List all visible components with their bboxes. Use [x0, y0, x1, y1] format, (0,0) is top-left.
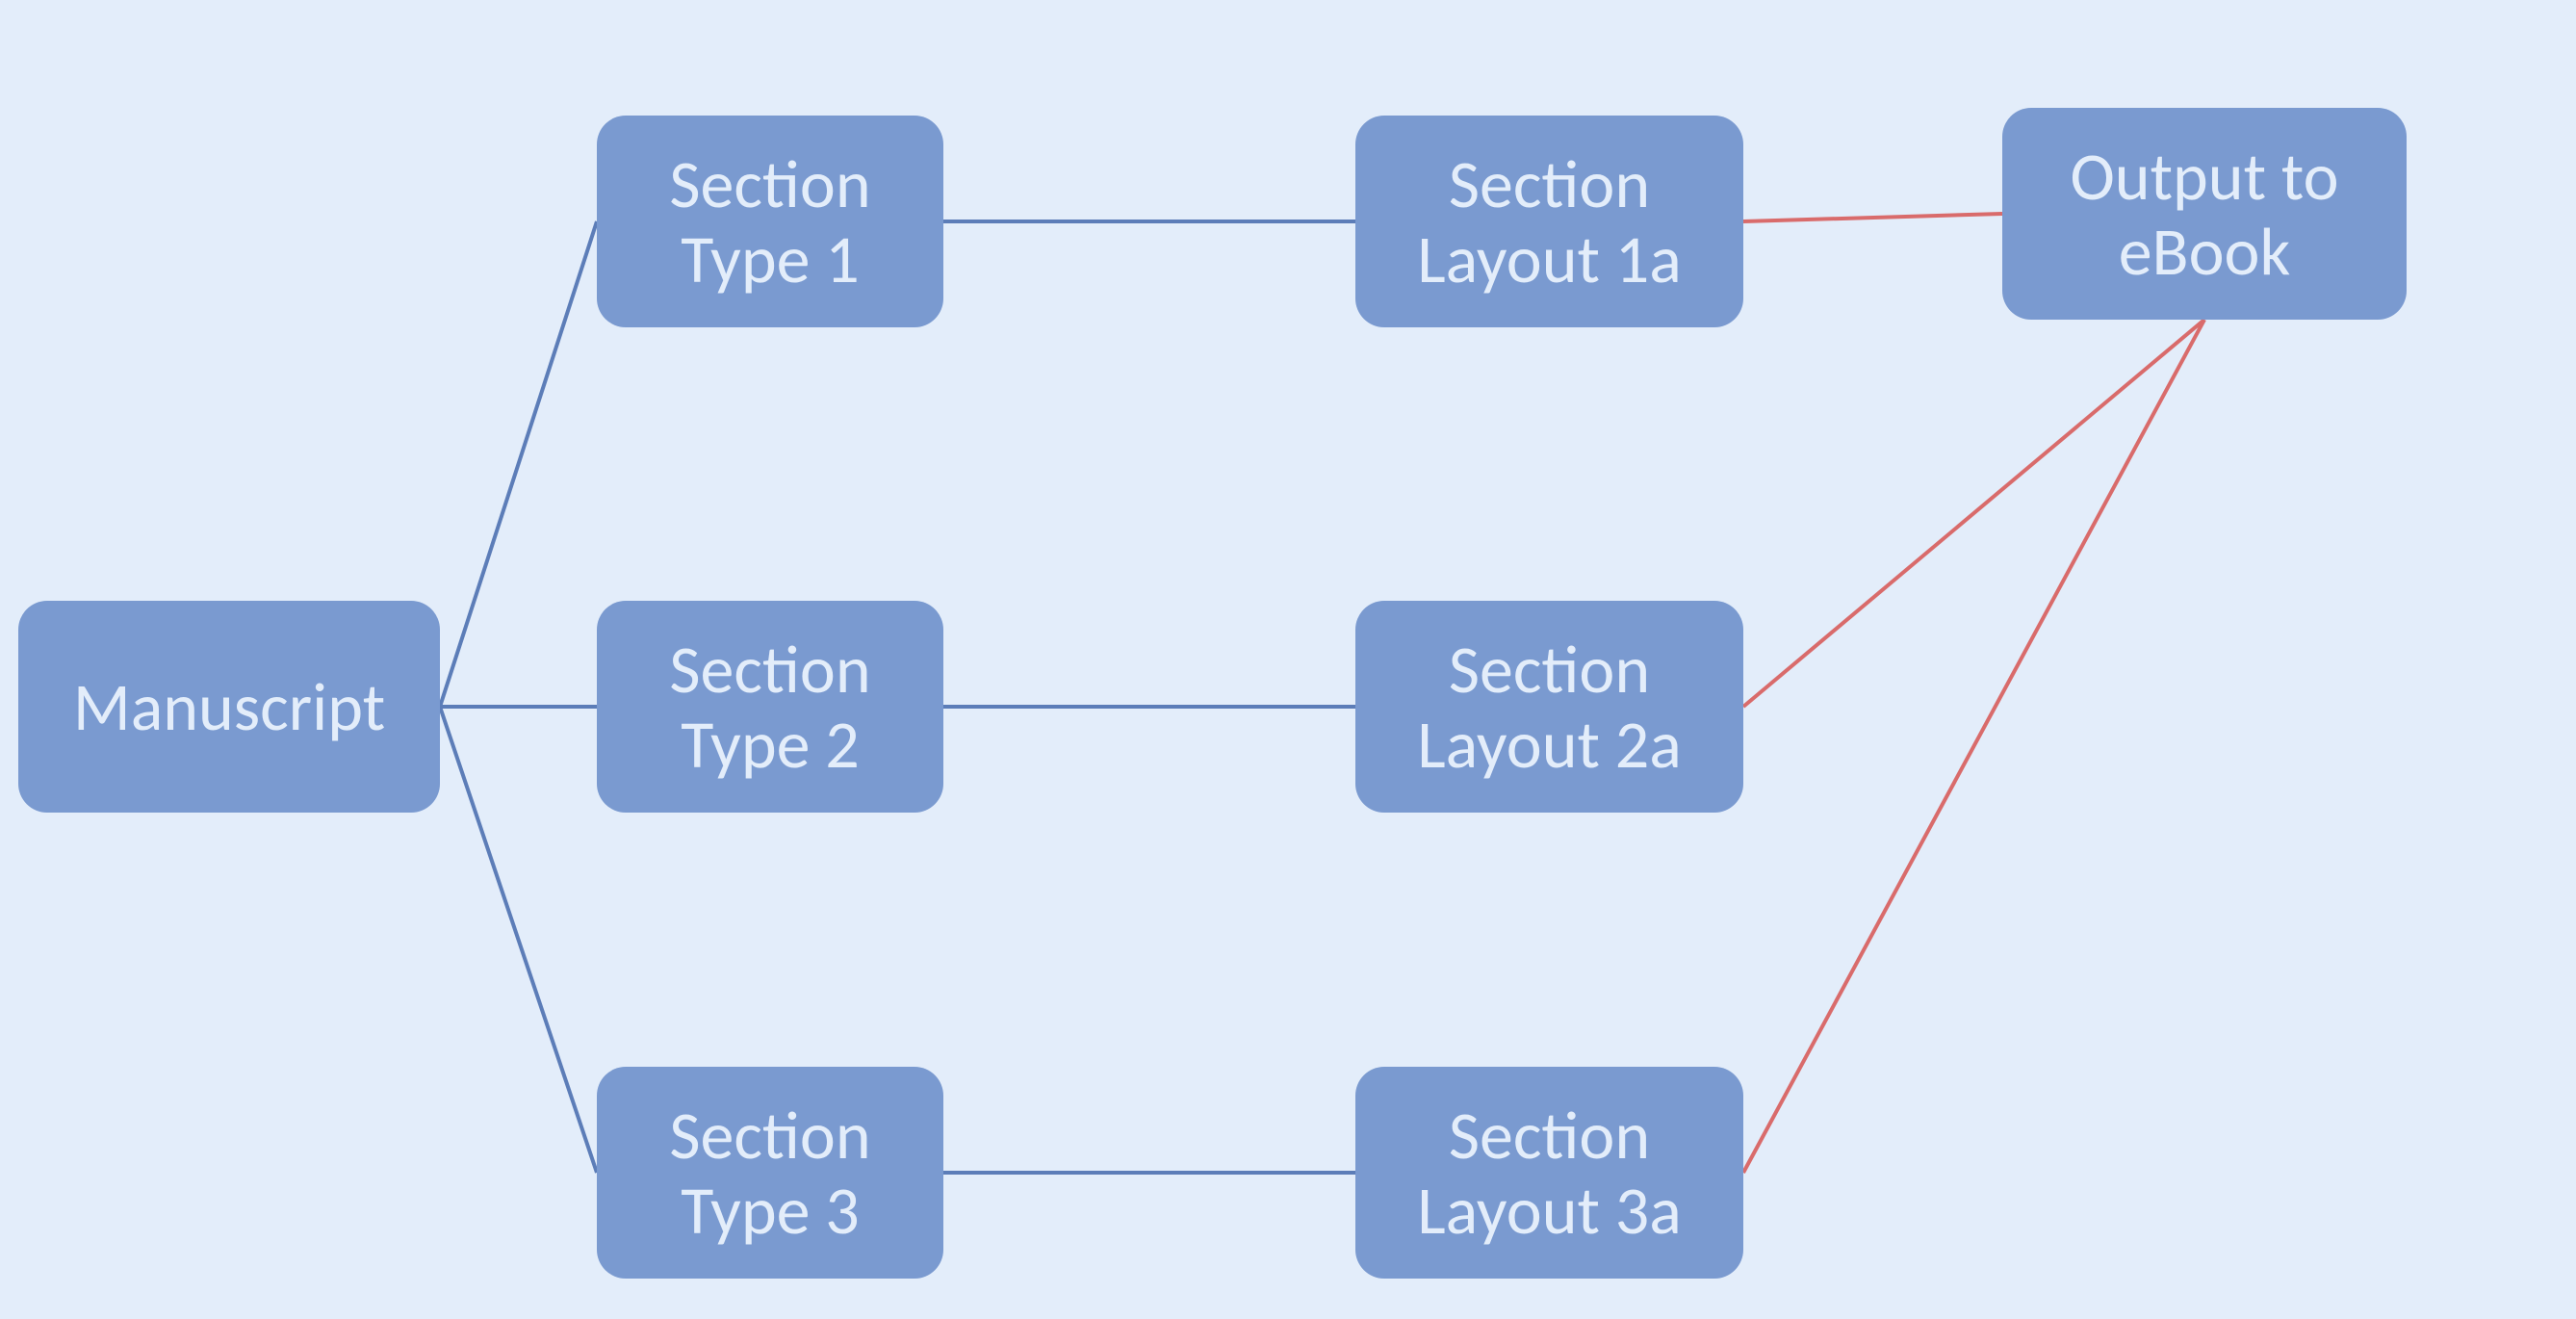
- node-section-layout-1a: Section Layout 1a: [1355, 116, 1743, 327]
- diagram-canvas: Manuscript Section Type 1 Section Type 2…: [0, 0, 2576, 1319]
- node-section-layout-3a: Section Layout 3a: [1355, 1067, 1743, 1279]
- edge-layout1a-output: [1743, 214, 2002, 221]
- node-label: Section Layout 2a: [1375, 632, 1724, 783]
- node-section-type-2: Section Type 2: [597, 601, 943, 813]
- node-label: Section Layout 3a: [1375, 1098, 1724, 1249]
- node-label: Manuscript: [73, 669, 385, 744]
- node-label: Section Layout 1a: [1375, 146, 1724, 297]
- node-label: Output to eBook: [2022, 139, 2387, 290]
- node-label: Section Type 2: [616, 632, 924, 783]
- node-output-ebook: Output to eBook: [2002, 108, 2407, 320]
- node-section-type-1: Section Type 1: [597, 116, 943, 327]
- node-section-type-3: Section Type 3: [597, 1067, 943, 1279]
- node-section-layout-2a: Section Layout 2a: [1355, 601, 1743, 813]
- edge-manuscript-section3: [440, 707, 597, 1173]
- node-manuscript: Manuscript: [18, 601, 440, 813]
- node-label: Section Type 1: [616, 146, 924, 297]
- node-label: Section Type 3: [616, 1098, 924, 1249]
- edge-layout2a-output: [1743, 320, 2204, 707]
- edge-layout3a-output: [1743, 320, 2204, 1173]
- edge-manuscript-section1: [440, 221, 597, 707]
